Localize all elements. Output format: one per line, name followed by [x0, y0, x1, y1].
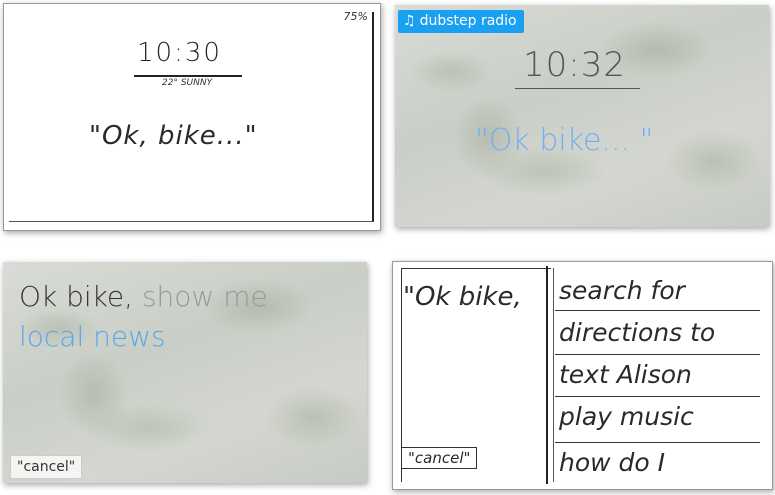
battery-level: 75% [343, 10, 368, 23]
weather-label: 22° SUNNY [162, 78, 213, 88]
cancel-button[interactable]: "cancel" [401, 447, 478, 469]
voice-prompt: "Ok bike... " [475, 123, 654, 158]
clock-time: 10:30 [137, 38, 222, 68]
voice-prompt: "Ok, bike..." [89, 121, 258, 151]
sketch-border-top [401, 268, 551, 269]
cancel-button[interactable]: "cancel" [10, 455, 83, 479]
clock-divider [134, 75, 242, 77]
music-note-icon: ♫ [403, 13, 416, 29]
sketch-suggestions-panel: "Ok bike, search for directions to text … [392, 261, 773, 490]
suggestion-item[interactable]: play music [559, 402, 694, 431]
sketch-home-panel: 75% 10:30 22° SUNNY "Ok, bike..." [3, 3, 381, 231]
suggestion-underline [555, 396, 760, 397]
digital-home-panel: ♫ dubstep radio 10:32 "Ok bike... " [395, 5, 769, 227]
suggestion-item[interactable]: how do I [559, 448, 665, 477]
clock-divider [515, 88, 640, 89]
digital-query-panel: Ok bike, show me local news "cancel" [3, 262, 367, 483]
voice-prompt: "Ok bike, [403, 282, 522, 312]
clock-time: 10:32 [523, 45, 626, 85]
sketch-divider-inner [553, 268, 554, 482]
suggestion-item[interactable]: text Alison [559, 360, 692, 389]
suggestion-underline [555, 442, 760, 443]
now-playing-label: dubstep radio [419, 13, 517, 29]
sketch-divider [546, 266, 548, 484]
query-line-2: local news [19, 320, 166, 353]
now-playing-badge[interactable]: ♫ dubstep radio [398, 10, 524, 33]
suggestion-underline [555, 310, 760, 311]
query-line-1: Ok bike, show me [19, 280, 268, 313]
query-start: Ok bike, [19, 280, 134, 313]
suggestion-item[interactable]: search for [559, 276, 685, 305]
query-rest: show me [133, 280, 268, 313]
suggestion-item[interactable]: directions to [559, 318, 715, 347]
suggestion-underline [555, 354, 760, 355]
